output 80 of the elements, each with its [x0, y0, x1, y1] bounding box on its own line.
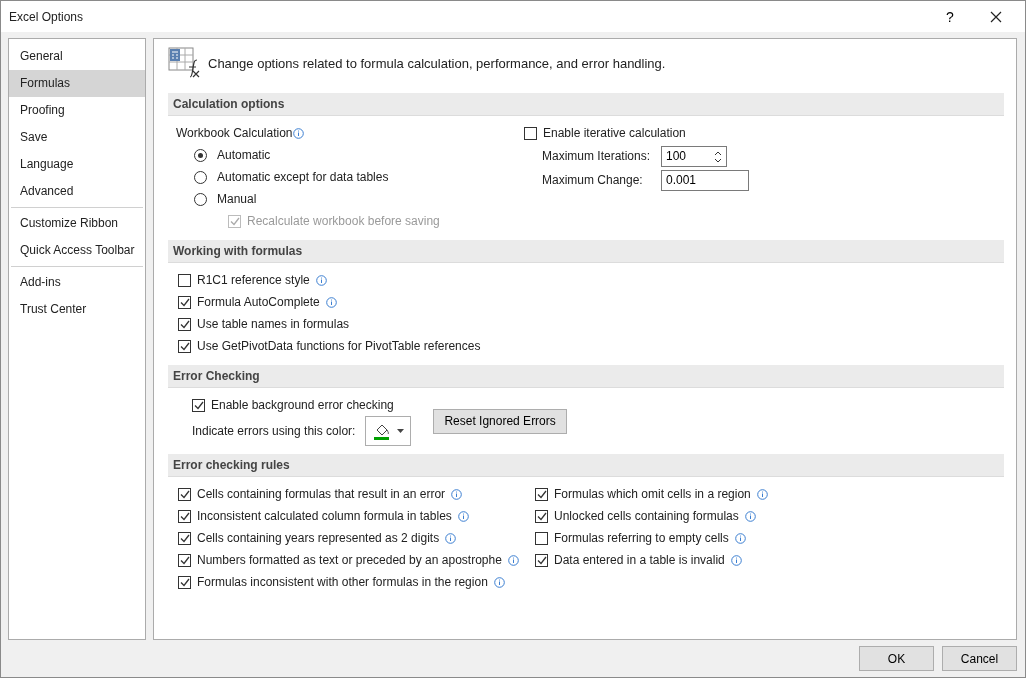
checkbox[interactable]: [178, 487, 191, 501]
info-icon: [445, 532, 457, 544]
caret-icon: [396, 429, 404, 433]
field-label: Maximum Change:: [542, 173, 644, 187]
reset-ignored-errors-button[interactable]: Reset Ignored Errors: [433, 408, 567, 434]
option-label: Automatic except for data tables: [217, 170, 389, 184]
window-title: Excel Options: [9, 9, 85, 24]
section-heading: Working with formulas: [168, 240, 1004, 263]
info-icon: [315, 274, 327, 286]
option-label: Data entered in a table is invalid: [554, 553, 725, 567]
sidebar-item[interactable]: Proofing: [9, 97, 145, 124]
checkbox[interactable]: [178, 553, 191, 567]
group-label: Workbook Calculation: [176, 126, 293, 140]
radio-button[interactable]: [194, 192, 207, 206]
field-label: Maximum Iterations:: [542, 149, 652, 163]
sidebar-item[interactable]: Trust Center: [9, 296, 145, 323]
option-label: Formula AutoComplete: [197, 295, 320, 309]
info-icon: [457, 510, 469, 522]
page-description: Change options related to formula calculation, performance, and error handling.: [208, 55, 666, 71]
option-label: Unlocked cells containing formulas: [554, 509, 739, 523]
option-label: Use GetPivotData functions for PivotTable references: [197, 339, 481, 353]
sidebar-item[interactable]: Save: [9, 124, 145, 151]
option-label: Formulas inconsistent with other formulas in the region: [197, 575, 488, 589]
info-icon: [507, 554, 519, 566]
section-heading: Error Checking: [168, 365, 1004, 388]
checkbox[interactable]: [535, 509, 548, 523]
checkbox[interactable]: [524, 126, 537, 140]
radio-button[interactable]: [194, 170, 207, 184]
dialog-button[interactable]: OK: [859, 646, 934, 671]
spinner-arrows-icon[interactable]: [713, 149, 723, 164]
max-change-field[interactable]: 0.001: [661, 169, 749, 191]
info-icon: [756, 488, 768, 500]
option-label: Enable background error checking: [211, 398, 394, 412]
checkbox[interactable]: [178, 531, 191, 545]
checkbox[interactable]: [178, 273, 191, 287]
checkbox[interactable]: [178, 317, 191, 331]
option-label: Use table names in formulas: [197, 317, 350, 331]
option-label: Cells containing formulas that result in an error: [197, 487, 446, 501]
checkbox[interactable]: [535, 487, 548, 501]
checkbox[interactable]: [178, 575, 191, 589]
sidebar-item[interactable]: Formulas: [9, 70, 145, 97]
checkbox[interactable]: [178, 295, 191, 309]
color-picker-button[interactable]: [365, 416, 412, 446]
info-icon: [744, 510, 756, 522]
option-label: Numbers formatted as text or preceded by an apostrophe: [197, 553, 502, 567]
option-label: Manual: [217, 192, 257, 206]
checkbox[interactable]: [535, 553, 548, 567]
option-label: Automatic: [217, 148, 271, 162]
info-icon: [451, 488, 463, 500]
section-heading: Error checking rules: [168, 454, 1004, 477]
formula-grid-icon: [168, 47, 202, 79]
sidebar-item[interactable]: Language: [9, 151, 145, 178]
dialog-button[interactable]: Cancel: [942, 646, 1017, 671]
checkbox[interactable]: [178, 339, 191, 353]
option-label: Formulas referring to empty cells: [554, 531, 729, 545]
info-icon: [292, 127, 304, 139]
checkbox[interactable]: [535, 531, 548, 545]
sidebar-item[interactable]: General: [9, 43, 145, 70]
checkbox[interactable]: [178, 509, 191, 523]
sidebar-item[interactable]: Advanced: [9, 178, 145, 205]
sidebar-item[interactable]: Customize Ribbon: [9, 210, 145, 237]
option-label: Recalculate workbook before saving: [247, 214, 440, 228]
info-icon: [730, 554, 742, 566]
option-label: Enable iterative calculation: [543, 126, 686, 140]
option-label: Cells containing years represented as 2 digits: [197, 531, 440, 545]
section-heading: Calculation options: [168, 93, 1004, 116]
info-icon: [325, 296, 337, 308]
radio-button[interactable]: [194, 148, 207, 162]
sidebar-item[interactable]: Add-ins: [9, 269, 145, 296]
checkbox[interactable]: [192, 398, 205, 412]
info-icon: [734, 532, 746, 544]
close-icon: [990, 10, 1002, 23]
sidebar-item[interactable]: Quick Access Toolbar: [9, 237, 145, 264]
field-label: Indicate errors using this color:: [192, 424, 356, 438]
option-label: Formulas which omit cells in a region: [554, 487, 751, 501]
info-icon: [493, 576, 505, 588]
iterations-field[interactable]: 100: [661, 145, 727, 167]
option-label: Inconsistent calculated column formula in tables: [197, 509, 452, 523]
option-label: R1C1 reference style: [197, 273, 310, 287]
help-button[interactable]: ?: [927, 1, 973, 32]
